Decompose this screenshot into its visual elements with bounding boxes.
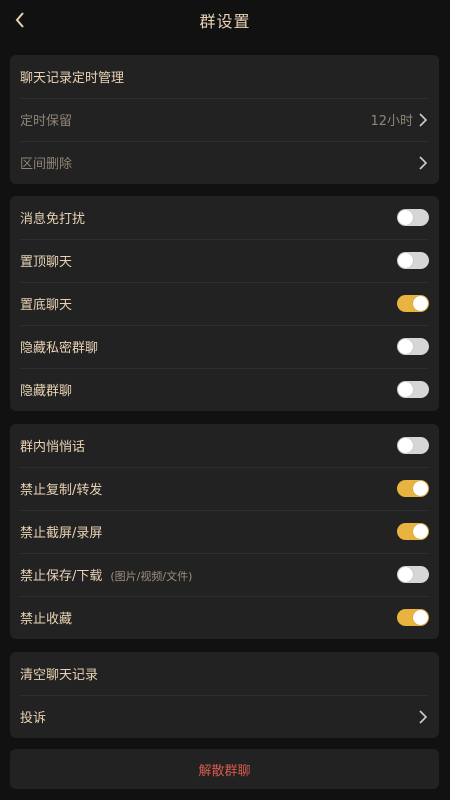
pin-bottom-toggle[interactable] — [397, 295, 429, 312]
chevron-right-icon — [419, 112, 429, 128]
actions-card: 清空聊天记录 投诉 — [10, 652, 439, 738]
toggle-knob — [413, 610, 428, 625]
no-screenshot-toggle[interactable] — [397, 523, 429, 540]
back-arrow-icon — [15, 12, 24, 28]
dissolve-card: 解散群聊 — [10, 749, 439, 789]
whisper-toggle[interactable] — [397, 437, 429, 454]
no-fav-row: 禁止收藏 — [10, 596, 439, 639]
whisper-row: 群内悄悄话 — [10, 424, 439, 467]
toggle-knob — [413, 296, 428, 311]
no-screenshot-row: 禁止截屏/录屏 — [10, 510, 439, 553]
toggle-knob — [413, 481, 428, 496]
no-copy-label: 禁止复制/转发 — [20, 483, 103, 498]
dissolve-group-label: 解散群聊 — [198, 763, 251, 779]
hide-private-toggle[interactable] — [397, 338, 429, 355]
chevron-right-icon — [419, 155, 429, 171]
hide-group-toggle[interactable] — [397, 381, 429, 398]
mute-label: 消息免打扰 — [20, 212, 86, 227]
clear-history-row[interactable]: 清空聊天记录 — [10, 652, 439, 695]
privacy-card: 群内悄悄话 禁止复制/转发 禁止截屏/录屏 禁止保存/下载 (图片/视频/文件) … — [10, 424, 439, 639]
clear-history-label: 清空聊天记录 — [20, 668, 99, 683]
chat-history-timer-card: 聊天记录定时管理 定时保留 12小时 区间删除 — [10, 55, 439, 184]
no-screenshot-label: 禁止截屏/录屏 — [20, 526, 103, 541]
mute-row: 消息免打扰 — [10, 196, 439, 239]
chat-display-card: 消息免打扰 置顶聊天 置底聊天 隐藏私密群聊 隐藏群聊 — [10, 196, 439, 411]
toggle-knob — [398, 382, 413, 397]
nav-bar: 群设置 — [0, 0, 450, 40]
whisper-label: 群内悄悄话 — [20, 440, 86, 455]
dissolve-group-button[interactable]: 解散群聊 — [10, 749, 439, 789]
pin-top-toggle[interactable] — [397, 252, 429, 269]
timer-section-title-label: 聊天记录定时管理 — [20, 71, 125, 86]
timed-retention-label: 定时保留 — [20, 114, 73, 129]
hide-group-label: 隐藏群聊 — [20, 384, 73, 399]
hide-private-label: 隐藏私密群聊 — [20, 341, 99, 356]
no-save-label: 禁止保存/下载 (图片/视频/文件) — [20, 565, 397, 584]
no-save-row: 禁止保存/下载 (图片/视频/文件) — [10, 553, 439, 596]
timer-section-title: 聊天记录定时管理 — [10, 55, 439, 98]
toggle-knob — [398, 567, 413, 582]
toggle-knob — [413, 524, 428, 539]
toggle-knob — [398, 339, 413, 354]
timed-retention-value: 12小时 — [370, 114, 413, 129]
range-delete-row[interactable]: 区间删除 — [10, 141, 439, 184]
no-copy-row: 禁止复制/转发 — [10, 467, 439, 510]
toggle-knob — [398, 438, 413, 453]
no-copy-toggle[interactable] — [397, 480, 429, 497]
back-button[interactable] — [8, 8, 32, 32]
pin-top-label: 置顶聊天 — [20, 255, 73, 270]
no-save-toggle[interactable] — [397, 566, 429, 583]
no-fav-label: 禁止收藏 — [20, 612, 73, 627]
hide-group-row: 隐藏群聊 — [10, 368, 439, 411]
report-label: 投诉 — [20, 711, 47, 726]
toggle-knob — [398, 253, 413, 268]
no-save-label-text: 禁止保存/下载 — [20, 569, 103, 584]
chevron-right-icon — [419, 709, 429, 725]
pin-bottom-label: 置底聊天 — [20, 298, 73, 313]
no-save-sub-label: (图片/视频/文件) — [110, 570, 193, 583]
pin-top-row: 置顶聊天 — [10, 239, 439, 282]
no-fav-toggle[interactable] — [397, 609, 429, 626]
timed-retention-row[interactable]: 定时保留 12小时 — [10, 98, 439, 141]
range-delete-label: 区间删除 — [20, 157, 73, 172]
toggle-knob — [398, 210, 413, 225]
hide-private-row: 隐藏私密群聊 — [10, 325, 439, 368]
mute-toggle[interactable] — [397, 209, 429, 226]
page-title: 群设置 — [199, 12, 251, 31]
pin-bottom-row: 置底聊天 — [10, 282, 439, 325]
report-row[interactable]: 投诉 — [10, 695, 439, 738]
